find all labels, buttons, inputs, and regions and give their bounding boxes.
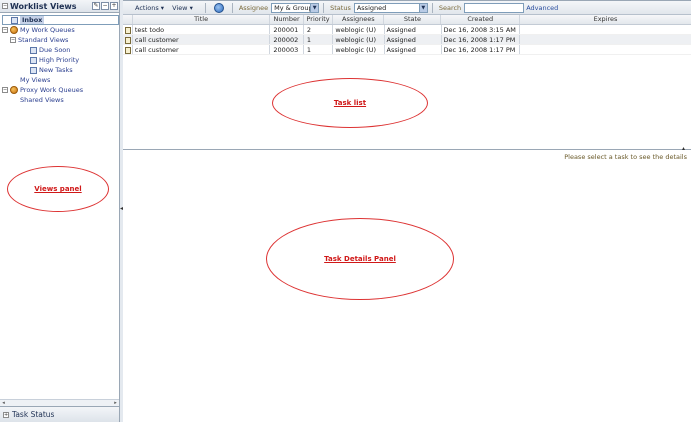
collapse-views-icon[interactable]: − bbox=[2, 3, 8, 9]
task-list-annotation: Task list bbox=[272, 78, 428, 128]
tree-item-high-priority[interactable]: High Priority bbox=[2, 55, 119, 65]
views-panel-title: Worklist Views bbox=[10, 1, 77, 11]
task-status-section[interactable]: + Task Status bbox=[0, 406, 119, 422]
task-expires bbox=[520, 25, 691, 34]
task-details-annotation: Task Details Panel bbox=[266, 218, 454, 300]
view-icon bbox=[30, 46, 37, 54]
advanced-search-link[interactable]: Advanced bbox=[526, 4, 558, 12]
task-title[interactable]: call customer bbox=[133, 35, 271, 44]
collapse-icon[interactable]: − bbox=[2, 27, 8, 33]
remove-view-icon[interactable]: − bbox=[101, 2, 109, 10]
task-icon bbox=[125, 36, 131, 44]
table-row[interactable]: call customer 200003 1 weblogic (U) Assi… bbox=[123, 45, 691, 55]
assignee-value: My & Group bbox=[274, 3, 313, 12]
horizontal-scrollbar[interactable]: ◂ ▸ bbox=[0, 399, 119, 406]
toolbar-divider bbox=[231, 2, 233, 13]
refresh-icon[interactable] bbox=[213, 2, 224, 13]
search-label: Search bbox=[438, 3, 462, 12]
search-input[interactable] bbox=[464, 2, 525, 13]
view-icon bbox=[30, 56, 37, 64]
views-panel-header: − Worklist Views ✎ − + bbox=[0, 0, 119, 13]
task-status-label: Task Status bbox=[12, 410, 55, 419]
task-state: Assigned bbox=[385, 25, 442, 34]
add-view-icon[interactable]: + bbox=[110, 2, 118, 10]
column-header-title[interactable]: Title bbox=[133, 15, 271, 24]
task-priority: 2 bbox=[304, 25, 334, 34]
tree-item-new-tasks[interactable]: New Tasks bbox=[2, 65, 119, 75]
details-placeholder-message: Please select a task to see the details bbox=[564, 153, 687, 161]
task-assignees: weblogic (U) bbox=[333, 25, 385, 34]
status-select[interactable]: Assigned ▼ bbox=[353, 2, 428, 13]
tree-item-standard-views[interactable]: − Standard Views bbox=[2, 35, 119, 45]
task-state: Assigned bbox=[385, 45, 442, 54]
status-label: Status bbox=[330, 3, 351, 12]
task-number: 200003 bbox=[270, 45, 304, 54]
column-header-assignees[interactable]: Assignees bbox=[333, 15, 385, 24]
column-header-state[interactable]: State bbox=[384, 15, 442, 24]
actions-menu[interactable]: Actions ▾ bbox=[135, 4, 164, 12]
task-created: Dec 16, 2008 1:17 PM bbox=[442, 45, 521, 54]
views-panel-annotation: Views panel bbox=[7, 166, 109, 212]
toolbar-divider bbox=[204, 2, 206, 13]
chevron-down-icon[interactable]: ▼ bbox=[418, 3, 427, 12]
task-number: 200001 bbox=[270, 25, 304, 34]
task-created: Dec 16, 2008 3:15 AM bbox=[442, 25, 521, 34]
view-icon bbox=[30, 66, 37, 74]
task-expires bbox=[520, 35, 691, 44]
task-number: 200002 bbox=[270, 35, 304, 44]
group-icon bbox=[10, 26, 18, 34]
views-tree: Inbox − My Work Queues − Standard Views … bbox=[0, 13, 119, 105]
icon-column-header bbox=[123, 15, 133, 24]
status-value: Assigned bbox=[356, 3, 387, 12]
assignee-select[interactable]: My & Group ▼ bbox=[271, 2, 320, 13]
toolbar-divider bbox=[431, 2, 433, 13]
task-icon bbox=[125, 46, 131, 54]
toolbar-divider bbox=[323, 2, 325, 13]
chevron-down-icon[interactable]: ▼ bbox=[310, 3, 319, 12]
table-row[interactable]: call customer 200002 1 weblogic (U) Assi… bbox=[123, 35, 691, 45]
task-title[interactable]: call customer bbox=[133, 45, 271, 54]
task-assignees: weblogic (U) bbox=[333, 35, 385, 44]
task-priority: 1 bbox=[304, 45, 334, 54]
tree-item-proxy-work-queues[interactable]: − Proxy Work Queues bbox=[2, 85, 119, 95]
tree-item-due-soon[interactable]: Due Soon bbox=[2, 45, 119, 55]
collapse-icon[interactable]: − bbox=[2, 87, 8, 93]
task-state: Assigned bbox=[385, 35, 442, 44]
task-title[interactable]: test todo bbox=[133, 25, 271, 34]
assignee-label: Assignee bbox=[238, 3, 269, 12]
collapse-icon[interactable]: − bbox=[10, 37, 16, 43]
table-row[interactable]: test todo 200001 2 weblogic (U) Assigned… bbox=[123, 25, 691, 35]
tree-item-inbox[interactable]: Inbox bbox=[2, 15, 119, 25]
tree-item-my-views[interactable]: My Views bbox=[2, 75, 119, 85]
tree-item-my-work-queues[interactable]: − My Work Queues bbox=[2, 25, 119, 35]
task-toolbar: Actions ▾ View ▾ Assignee My & Group ▼ S… bbox=[123, 1, 691, 15]
collapse-up-icon[interactable]: ▴ bbox=[682, 145, 685, 152]
column-header-number[interactable]: Number bbox=[270, 15, 304, 24]
group-icon bbox=[10, 86, 18, 94]
column-header-created[interactable]: Created bbox=[441, 15, 521, 24]
column-header-expires[interactable]: Expires bbox=[520, 15, 691, 24]
task-expires bbox=[520, 45, 691, 54]
view-menu[interactable]: View ▾ bbox=[172, 4, 193, 12]
task-table-header: Title Number Priority Assignees State Cr… bbox=[123, 15, 691, 25]
task-icon bbox=[125, 26, 131, 34]
task-created: Dec 16, 2008 1:17 PM bbox=[442, 35, 521, 44]
expand-icon[interactable]: + bbox=[3, 411, 9, 418]
column-header-priority[interactable]: Priority bbox=[304, 15, 334, 24]
task-assignees: weblogic (U) bbox=[333, 45, 385, 54]
tree-item-shared-views[interactable]: Shared Views bbox=[2, 95, 119, 105]
task-priority: 1 bbox=[304, 35, 334, 44]
edit-view-icon[interactable]: ✎ bbox=[92, 2, 100, 10]
task-list-panel: Actions ▾ View ▾ Assignee My & Group ▼ S… bbox=[123, 0, 691, 150]
view-icon bbox=[11, 16, 18, 24]
